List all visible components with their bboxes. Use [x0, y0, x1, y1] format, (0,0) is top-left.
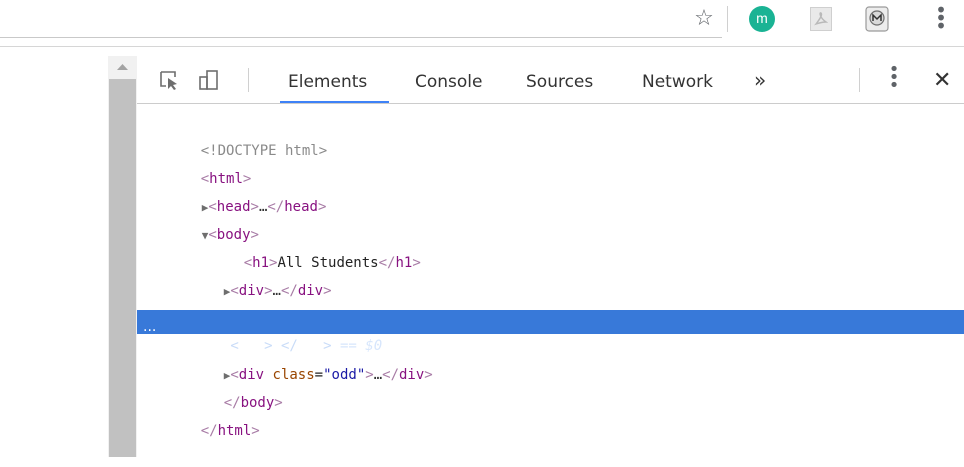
tree-node-head[interactable]: ▶<head>…</head> [168, 171, 327, 215]
tree-node-html-close[interactable]: </html> [167, 395, 260, 439]
tag-name: h1 [395, 255, 413, 271]
attribute-value: "odd" [323, 367, 366, 383]
tree-node-div-4[interactable]: ▶<div class="odd">…</div> [190, 339, 433, 383]
tag-name: html [217, 423, 252, 439]
tree-node-html[interactable]: <html> [167, 143, 252, 187]
node-actions-dots-icon[interactable]: ··· [143, 320, 156, 344]
tree-node-body[interactable]: ▼<body> [168, 199, 259, 243]
elements-dom-tree: <!DOCTYPE html> <html> ▶<head>…</head> ▼… [0, 0, 964, 457]
tree-node-doctype[interactable]: <!DOCTYPE html> [167, 115, 327, 159]
tree-node-div-2[interactable]: ▶<div class="odd">…</div> [190, 283, 433, 327]
tree-node-h1[interactable]: <h1>All Students</h1> [210, 227, 421, 271]
selected-node-content[interactable]: ▶<div>…</div> == $0 [190, 310, 382, 354]
collapsed-ellipsis: … [373, 367, 383, 383]
tag-name: div [399, 367, 425, 383]
tree-node-body-close[interactable]: </body> [190, 367, 283, 411]
tree-node-div-1[interactable]: ▶<div>…</div> [190, 255, 332, 299]
tag-name: head [284, 199, 318, 215]
